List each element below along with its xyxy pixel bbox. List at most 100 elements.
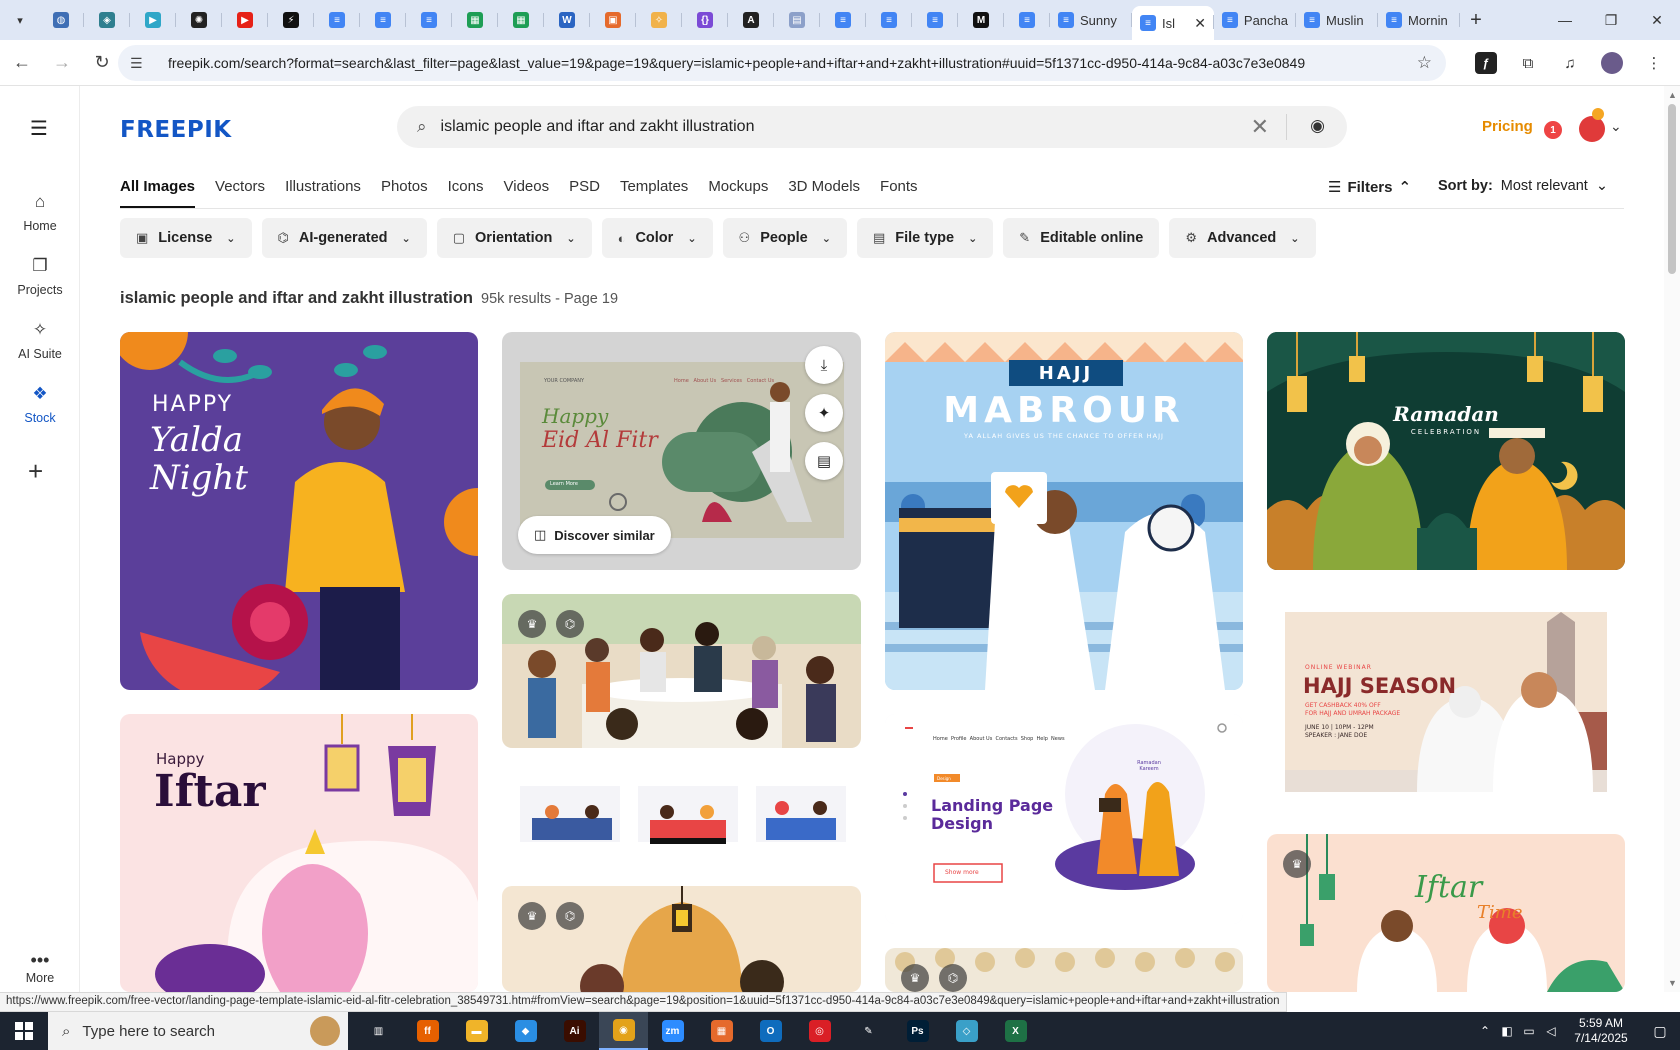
notification-badge[interactable]: 1 [1544, 121, 1562, 139]
taskbar-app-photoshop[interactable]: Ps [893, 1012, 942, 1050]
profile-avatar[interactable] [1601, 52, 1623, 74]
browser-tab[interactable]: ▶ [222, 4, 268, 36]
tab-videos[interactable]: Videos [504, 178, 550, 208]
browser-tab[interactable]: M [958, 4, 1004, 36]
tab-fonts[interactable]: Fonts [880, 178, 918, 208]
browser-tab[interactable]: ▦ [498, 4, 544, 36]
browser-tab[interactable]: ≡ [1004, 4, 1050, 36]
tray-app-icon[interactable]: ◧ [1496, 1024, 1518, 1038]
browser-tab[interactable]: W [544, 4, 590, 36]
browser-menu-icon[interactable]: ⋮ [1636, 45, 1672, 81]
download-icon[interactable]: ⤓ [805, 346, 843, 384]
minimize-icon[interactable]: — [1542, 0, 1588, 40]
filter-chip-ai-generated[interactable]: ⌬ AI-generated ⌄ [261, 218, 427, 258]
notification-center-icon[interactable]: ▢ [1640, 1023, 1680, 1040]
taskbar-app-creative-cloud[interactable]: ◎ [795, 1012, 844, 1050]
forward-icon[interactable]: → [44, 45, 80, 81]
bookmark-star-icon[interactable]: ☆ [1417, 53, 1432, 73]
filter-chip-file-type[interactable]: ▤ File type ⌄ [856, 218, 994, 258]
new-tab-button[interactable]: + [1460, 4, 1492, 36]
taskbar-app-task-view[interactable]: ▥ [354, 1012, 403, 1050]
taskbar-app-firefox[interactable]: ff [403, 1012, 452, 1050]
scroll-down-icon[interactable]: ▼ [1668, 978, 1677, 988]
restore-icon[interactable]: ❐ [1588, 0, 1634, 40]
taskbar-app-pen-tool[interactable]: ✎ [844, 1012, 893, 1050]
volume-icon[interactable]: ◁ [1540, 1024, 1562, 1038]
site-info-icon[interactable]: ☰ [130, 55, 150, 72]
tray-overflow-icon[interactable]: ⌃ [1474, 1024, 1496, 1038]
browser-tab[interactable]: ◈ [84, 4, 130, 36]
chevron-down-icon[interactable]: ⌄ [1610, 118, 1622, 135]
taskbar-app-outlook[interactable]: O [746, 1012, 795, 1050]
result-card-people-scenes[interactable] [502, 772, 861, 858]
filter-chip-color[interactable]: ◐ Color ⌄ [601, 218, 713, 258]
browser-tab[interactable]: {} [682, 4, 728, 36]
result-card-hajj-season[interactable]: ONLINE WEBINAR HAJJ SEASON GET CASHBACK … [1267, 594, 1625, 804]
scrollbar-thumb[interactable] [1668, 104, 1676, 274]
browser-tab[interactable]: ⚡ [268, 4, 314, 36]
pricing-link[interactable]: Pricing [1482, 118, 1533, 135]
tab-photos[interactable]: Photos [381, 178, 428, 208]
scroll-up-icon[interactable]: ▲ [1668, 90, 1677, 100]
browser-tab[interactable]: ▣ [590, 4, 636, 36]
tab-illustrations[interactable]: Illustrations [285, 178, 361, 208]
freepik-logo[interactable]: FREEPIK [120, 117, 232, 143]
browser-tab[interactable]: ◍ [38, 4, 84, 36]
extension-f-icon[interactable]: ƒ [1475, 52, 1497, 74]
browser-tab[interactable]: ≡ Sunny [1050, 4, 1132, 36]
result-card-happy-iftar[interactable]: Happy Iftar [120, 714, 478, 992]
reload-icon[interactable]: ↻ [84, 45, 120, 81]
tab-icons[interactable]: Icons [448, 178, 484, 208]
browser-tab[interactable]: ✧ [636, 4, 682, 36]
browser-tab[interactable]: ≡ [406, 4, 452, 36]
rail-item-ai-suite[interactable]: ✧ AI Suite [0, 320, 80, 361]
camera-search-icon[interactable]: ◉ [1310, 116, 1325, 136]
rail-more[interactable]: ••• More [0, 950, 80, 985]
taskbar-app-crystal[interactable]: ◇ [942, 1012, 991, 1050]
windows-start-icon[interactable] [0, 1012, 48, 1050]
result-card-hajj-mabrour[interactable]: HAJJ MABROUR YA ALLAH GIVES US THE CHANC… [885, 332, 1243, 690]
tab-psd[interactable]: PSD [569, 178, 600, 208]
browser-tab[interactable]: ≡ Mornin [1378, 4, 1460, 36]
search-input[interactable] [440, 118, 1221, 136]
tab-mockups[interactable]: Mockups [708, 178, 768, 208]
browser-tab[interactable]: ▦ [452, 4, 498, 36]
rail-item-projects[interactable]: ❐ Projects [0, 256, 80, 297]
back-icon[interactable]: ← [4, 45, 40, 81]
browser-tab[interactable]: ≡ Isl ✕ [1132, 6, 1214, 40]
taskbar-search[interactable]: ⌕ Type here to search [48, 1012, 348, 1050]
close-tab-icon[interactable]: ✕ [1194, 15, 1206, 32]
taskbar-app-file-explorer[interactable]: ▬ [452, 1012, 501, 1050]
address-bar[interactable]: ☰ freepik.com/search?format=search&last_… [118, 45, 1446, 81]
result-card-islamic-pattern[interactable]: ♛ ⌬ [885, 948, 1243, 992]
filters-button[interactable]: ☰ Filters ⌃ [1328, 178, 1411, 197]
filter-chip-editable-online[interactable]: ✎ Editable online [1003, 218, 1160, 258]
ai-edit-icon[interactable]: ✦ [805, 394, 843, 432]
browser-tab[interactable]: ≡ Pancha [1214, 4, 1296, 36]
taskbar-app-chrome[interactable]: ◉ [599, 1012, 648, 1050]
taskbar-app-zoom[interactable]: zm [648, 1012, 697, 1050]
tab-search-button[interactable]: ▾ [6, 6, 34, 34]
browser-tab[interactable]: ▶ [130, 4, 176, 36]
browser-tab[interactable]: ≡ [360, 4, 406, 36]
result-card-landing-page[interactable]: Home Profile About Us Contacts Shop Help… [885, 714, 1243, 924]
result-card-mosque-night[interactable]: ♛ ⌬ [502, 886, 861, 992]
discover-similar-button[interactable]: ◫ Discover similar [518, 516, 671, 554]
tab-3d-models[interactable]: 3D Models [788, 178, 860, 208]
browser-tab[interactable]: ≡ [866, 4, 912, 36]
tab-templates[interactable]: Templates [620, 178, 688, 208]
result-card-yalda-night[interactable]: HAPPY Yalda Night [120, 332, 478, 690]
result-card-eid-al-fitr[interactable]: YOUR COMPANY Home About Us Services Cont… [502, 332, 861, 570]
taskbar-app-excel[interactable]: X [991, 1012, 1040, 1050]
sort-dropdown[interactable]: Sort by: Most relevant ⌄ [1438, 178, 1608, 194]
hamburger-menu-icon[interactable]: ☰ [30, 116, 48, 141]
browser-tab[interactable]: ≡ Muslin [1296, 4, 1378, 36]
rail-item-home[interactable]: ⌂ Home [0, 192, 80, 233]
filter-chip-people[interactable]: ⚇ People ⌄ [722, 218, 847, 258]
extensions-puzzle-icon[interactable]: ⧉ [1510, 45, 1546, 81]
filter-chip-advanced[interactable]: ⚙ Advanced ⌄ [1169, 218, 1316, 258]
browser-tab[interactable]: ≡ [314, 4, 360, 36]
user-avatar[interactable] [1579, 116, 1605, 142]
close-window-icon[interactable]: ✕ [1634, 0, 1680, 40]
address-url[interactable]: freepik.com/search?format=search&last_fi… [168, 55, 1305, 71]
